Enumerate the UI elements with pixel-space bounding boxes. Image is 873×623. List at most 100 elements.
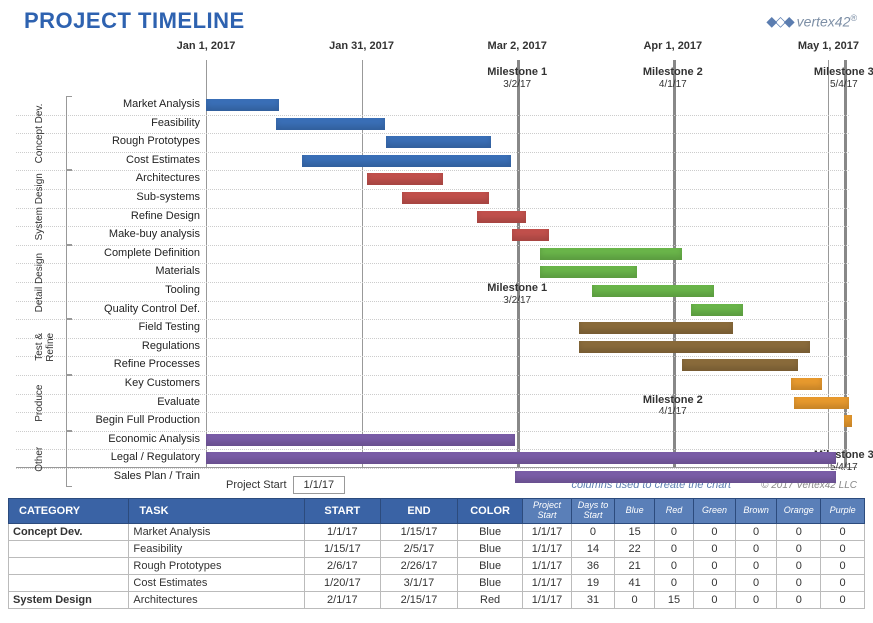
gantt-chart: Jan 1, 2017Jan 31, 2017Mar 2, 2017Apr 1,…	[16, 38, 857, 468]
gantt-row	[16, 394, 849, 413]
group-label: Concept Dev.	[32, 96, 62, 170]
table-cell[interactable]: 15	[615, 523, 654, 540]
group-brace-icon	[66, 319, 72, 375]
table-cell[interactable]: 15	[654, 591, 693, 608]
table-cell[interactable]: 41	[615, 574, 654, 591]
table-cell[interactable]: 19	[571, 574, 615, 591]
table-cell[interactable]: 0	[777, 557, 821, 574]
table-cell[interactable]: 0	[821, 540, 865, 557]
table-cell[interactable]	[9, 574, 129, 591]
task-label: Sub-systems	[136, 189, 204, 208]
th-task: TASK	[129, 499, 304, 524]
th-purple: Purple	[821, 499, 865, 524]
task-label: Rough Prototypes	[112, 133, 204, 152]
table-cell[interactable]: 1/15/17	[304, 540, 381, 557]
task-group: System Design	[32, 170, 72, 244]
table-cell[interactable]: Concept Dev.	[9, 523, 129, 540]
table-cell[interactable]: 0	[654, 523, 693, 540]
table-cell[interactable]: 21	[615, 557, 654, 574]
table-cell[interactable]	[9, 540, 129, 557]
task-label: Make-buy analysis	[109, 226, 204, 245]
group-brace-icon	[66, 431, 72, 487]
task-label: Cost Estimates	[126, 152, 204, 171]
table-cell[interactable]: 2/5/17	[381, 540, 458, 557]
task-label: Complete Definition	[104, 245, 204, 264]
table-cell[interactable]: 1/1/17	[304, 523, 381, 540]
table-cell[interactable]: 0	[694, 591, 736, 608]
th-category: CATEGORY	[9, 499, 129, 524]
task-label: Key Customers	[125, 375, 204, 394]
table-row: Feasibility1/15/172/5/17Blue1/1/17142200…	[9, 540, 865, 557]
table-cell[interactable]: 0	[777, 523, 821, 540]
th-project-start: Project Start	[523, 499, 571, 524]
th-end: END	[381, 499, 458, 524]
group-label: System Design	[32, 170, 62, 244]
table-cell[interactable]: 36	[571, 557, 615, 574]
table-cell[interactable]: Feasibility	[129, 540, 304, 557]
table-row: System DesignArchitectures2/1/172/15/17R…	[9, 591, 865, 608]
table-cell[interactable]: 0	[654, 574, 693, 591]
table-cell[interactable]: 0	[821, 591, 865, 608]
table-cell[interactable]: 0	[821, 557, 865, 574]
page-title: PROJECT TIMELINE	[24, 8, 245, 34]
x-axis-tick: May 1, 2017	[798, 40, 859, 52]
table-row: Rough Prototypes2/6/172/26/17Blue1/1/173…	[9, 557, 865, 574]
task-label: Regulations	[142, 338, 204, 357]
table-cell[interactable]: 0	[654, 540, 693, 557]
table-cell[interactable]: 2/26/17	[381, 557, 458, 574]
task-group: Produce	[32, 375, 72, 431]
group-brace-icon	[66, 170, 72, 244]
table-cell[interactable]: 0	[571, 523, 615, 540]
table-cell[interactable]: Blue	[457, 540, 523, 557]
table-cell[interactable]: Blue	[457, 574, 523, 591]
table-cell[interactable]: System Design	[9, 591, 129, 608]
table-cell[interactable]: Cost Estimates	[129, 574, 304, 591]
table-cell[interactable]: 0	[735, 574, 777, 591]
table-cell[interactable]: 22	[615, 540, 654, 557]
table-cell[interactable]: Market Analysis	[129, 523, 304, 540]
table-cell[interactable]: 0	[654, 557, 693, 574]
table-cell[interactable]: 1/1/17	[523, 557, 571, 574]
table-cell[interactable]: Blue	[457, 557, 523, 574]
task-label: Refine Design	[131, 208, 204, 227]
table-cell[interactable]: 1/1/17	[523, 523, 571, 540]
table-cell[interactable]: 0	[694, 557, 736, 574]
table-cell[interactable]: Red	[457, 591, 523, 608]
th-green: Green	[694, 499, 736, 524]
table-cell[interactable]: 0	[777, 591, 821, 608]
table-cell[interactable]: 14	[571, 540, 615, 557]
table-cell[interactable]: 0	[694, 574, 736, 591]
table-cell[interactable]: 3/1/17	[381, 574, 458, 591]
table-cell[interactable]: 2/6/17	[304, 557, 381, 574]
task-label: Field Testing	[138, 319, 204, 338]
th-start: START	[304, 499, 381, 524]
table-cell[interactable]: 0	[821, 523, 865, 540]
task-group: Test & Refine	[32, 319, 72, 375]
table-cell[interactable]	[9, 557, 129, 574]
table-cell[interactable]: Blue	[457, 523, 523, 540]
table-cell[interactable]: 0	[777, 574, 821, 591]
table-cell[interactable]: 0	[694, 540, 736, 557]
gantt-row	[16, 115, 849, 134]
group-label: Test & Refine	[32, 319, 62, 375]
table-cell[interactable]: 1/1/17	[523, 540, 571, 557]
table-cell[interactable]: 2/1/17	[304, 591, 381, 608]
table-cell[interactable]: 0	[735, 557, 777, 574]
table-cell[interactable]: 0	[735, 540, 777, 557]
table-cell[interactable]: 2/15/17	[381, 591, 458, 608]
table-cell[interactable]: 0	[821, 574, 865, 591]
table-cell[interactable]: Architectures	[129, 591, 304, 608]
table-cell[interactable]: 1/20/17	[304, 574, 381, 591]
task-group: Detail Design	[32, 245, 72, 319]
table-cell[interactable]: 0	[694, 523, 736, 540]
task-label: Legal / Regulatory	[111, 449, 204, 468]
table-cell[interactable]: 31	[571, 591, 615, 608]
table-cell[interactable]: 1/15/17	[381, 523, 458, 540]
table-cell[interactable]: 1/1/17	[523, 591, 571, 608]
table-cell[interactable]: 0	[735, 591, 777, 608]
table-cell[interactable]: 0	[735, 523, 777, 540]
table-cell[interactable]: 0	[615, 591, 654, 608]
table-cell[interactable]: 1/1/17	[523, 574, 571, 591]
table-cell[interactable]: 0	[777, 540, 821, 557]
table-cell[interactable]: Rough Prototypes	[129, 557, 304, 574]
